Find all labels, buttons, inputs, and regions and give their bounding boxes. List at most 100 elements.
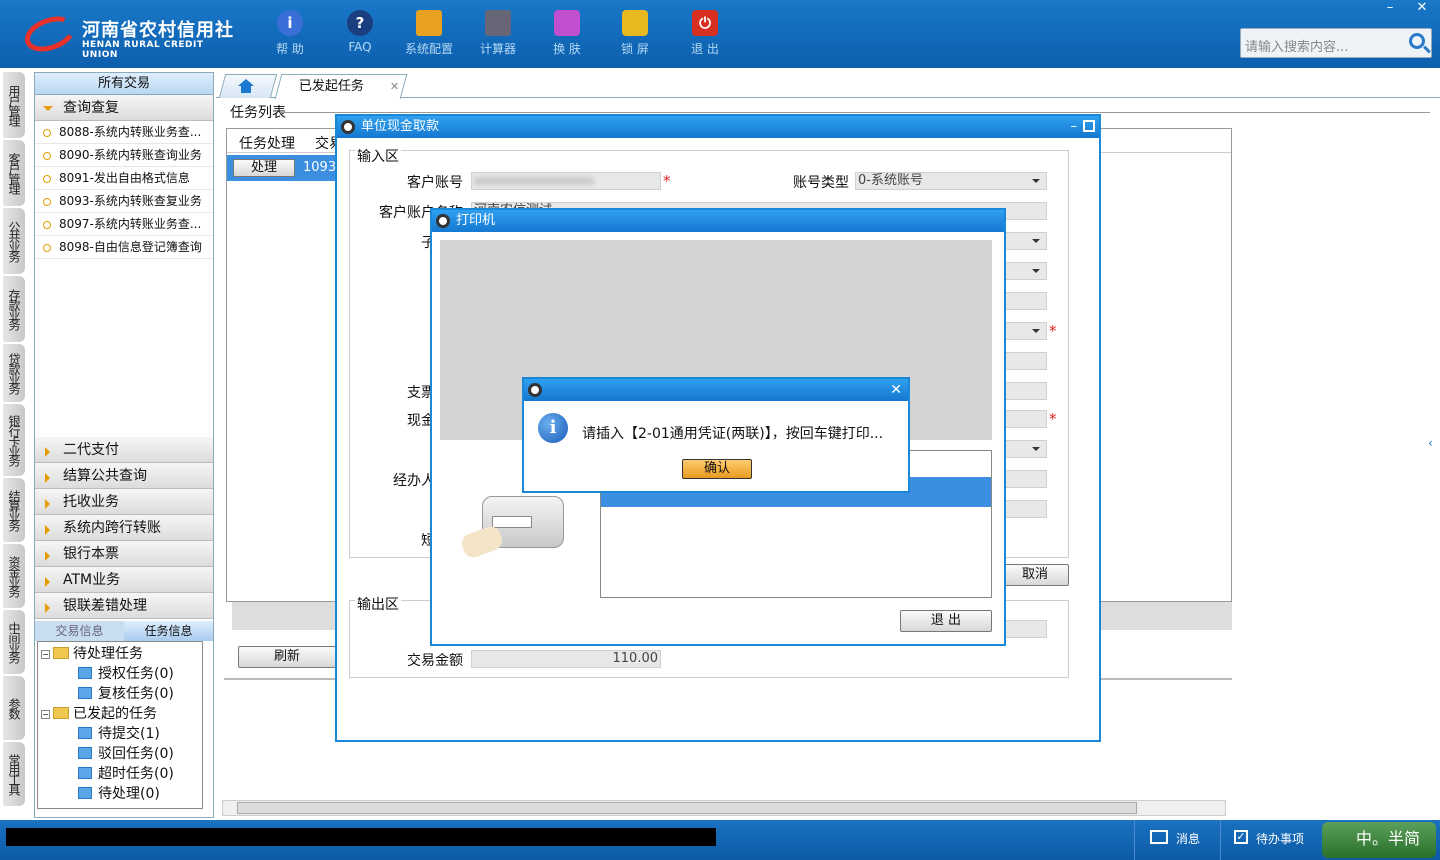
ime-indicator[interactable]: 中。半简 [1322, 822, 1436, 858]
transaction-panel: 所有交易 查询查复 8088-系统内转账业务查... 8090-系统内转账查询业… [34, 72, 214, 818]
search-box[interactable]: 请输入搜索内容... [1240, 28, 1432, 58]
tree-node[interactable]: 超时任务(0) [38, 764, 202, 784]
dialog-title: 单位现金取款 [361, 119, 440, 134]
vtab-deposit[interactable]: 存款业务 [3, 276, 25, 342]
table-row[interactable]: 处理 1093 [227, 155, 337, 181]
tx-item[interactable]: 8098-自由信息登记簿查询 [35, 236, 213, 259]
shirt-icon [554, 10, 580, 36]
vtab-public[interactable]: 公共业务 [3, 208, 25, 274]
vtab-customer-mgmt[interactable]: 客户管理 [3, 140, 25, 206]
dialog-icon [341, 120, 355, 134]
messages-link[interactable]: 消息 [1176, 830, 1200, 847]
faq-button[interactable]: ? FAQ [330, 8, 390, 64]
tx-item[interactable]: 8091-发出自由格式信息 [35, 167, 213, 190]
folder-icon [53, 647, 69, 659]
message-text: 请插入【2-01通用凭证(两联)】，按回车键打印... [582, 426, 884, 442]
vtab-fund[interactable]: 资金业务 [3, 544, 25, 608]
account-label: 客户账号 [407, 175, 463, 191]
checkbox-icon[interactable]: ✓ [1234, 830, 1248, 844]
section-cnaps2[interactable]: 二代支付 [35, 437, 213, 463]
vtab-params[interactable]: 参数 [3, 676, 25, 740]
section-atm[interactable]: ATM业务 [35, 567, 213, 593]
vtab-card[interactable]: 银行卡业务 [3, 404, 25, 476]
section-query[interactable]: 查询查复 [35, 95, 213, 121]
printer-icon [459, 486, 572, 566]
col-task: 任务处理 [239, 136, 295, 152]
vtab-settlement[interactable]: 结算业务 [3, 478, 25, 542]
collapse-icon[interactable]: − [41, 710, 50, 719]
question-icon: ? [347, 10, 373, 36]
process-button[interactable]: 处理 [233, 159, 295, 177]
home-icon[interactable] [238, 79, 254, 86]
collapse-icon[interactable]: − [41, 650, 50, 659]
tree-node[interactable]: 复核任务(0) [38, 684, 202, 704]
exit-button[interactable]: ⏻ 退 出 [675, 8, 735, 64]
tree-node[interactable]: 授权任务(0) [38, 664, 202, 684]
tx-item[interactable]: 8088-系统内转账业务查... [35, 121, 213, 144]
tree-node[interactable]: − 已发起的任务 [38, 704, 202, 724]
info-icon: i [538, 413, 568, 443]
tx-item[interactable]: 8093-系统内转账查复业务 [35, 190, 213, 213]
folder-icon [53, 707, 69, 719]
cancel-button[interactable]: 取消 [1001, 564, 1069, 586]
section-collection[interactable]: 托收业务 [35, 489, 213, 515]
help-button[interactable]: i帮 助 [260, 8, 320, 64]
amount-label: 交易金额 [407, 653, 463, 669]
section-bank-draft[interactable]: 银行本票 [35, 541, 213, 567]
maximize-dialog-button[interactable] [1083, 120, 1095, 132]
confirm-button[interactable]: 确认 [682, 459, 752, 479]
vertical-tabs: 用户管理 客户管理 公共业务 存款业务 贷款业务 银行卡业务 结算业务 资金业务… [0, 68, 30, 818]
section-settlement-query[interactable]: 结算公共查询 [35, 463, 213, 489]
lock-icon [622, 10, 648, 36]
power-icon: ⏻ [692, 10, 718, 36]
vtab-tools[interactable]: 常用工具 [3, 742, 25, 806]
all-transactions-header[interactable]: 所有交易 [35, 73, 213, 95]
account-field[interactable] [471, 172, 661, 190]
system-config-button[interactable]: 系统配置 [399, 8, 459, 64]
tree-node[interactable]: − 待处理任务 [38, 644, 202, 664]
section-unionpay-error[interactable]: 银联差错处理 [35, 593, 213, 619]
account-type-select[interactable]: 0-系统账号 [855, 172, 1047, 190]
tab-initiated-tasks[interactable]: 已发起任务 ✕ [274, 74, 408, 99]
skin-button[interactable]: 换 肤 [537, 8, 597, 64]
dialog-icon [528, 383, 542, 397]
expand-icon[interactable]: ‹ [1428, 436, 1433, 450]
input-area-label: 输入区 [355, 146, 401, 166]
search-icon[interactable] [1409, 33, 1425, 49]
vtab-intermediate[interactable]: 中间业务 [3, 610, 25, 674]
logo: 河南省农村信用社 HENAN RURAL CREDIT UNION [20, 10, 239, 60]
mail-icon[interactable] [1150, 830, 1168, 844]
lock-screen-button[interactable]: 锁 屏 [605, 8, 665, 64]
search-input[interactable]: 请输入搜索内容... [1245, 36, 1348, 55]
close-tab-icon[interactable]: ✕ [390, 75, 399, 99]
logo-text-en: HENAN RURAL CREDIT UNION [82, 40, 204, 60]
account-type-label: 账号类型 [793, 175, 849, 191]
horizontal-scrollbar[interactable] [222, 800, 1226, 816]
tree-node[interactable]: 待提交(1) [38, 724, 202, 744]
file-icon [78, 767, 92, 779]
close-window-button[interactable]: ✕ [1407, 0, 1437, 16]
close-dialog-button[interactable]: ✕ [890, 379, 902, 401]
todo-link[interactable]: 待办事项 [1256, 830, 1304, 847]
tab-task-info[interactable]: 任务信息 [124, 621, 213, 641]
minimize-button[interactable]: – [1375, 0, 1405, 16]
vtab-user-mgmt[interactable]: 用户管理 [3, 72, 25, 138]
vtab-loan[interactable]: 贷款业务 [3, 344, 25, 402]
printer-dialog-title: 打印机 [456, 213, 496, 228]
refresh-button[interactable]: 刷新 [238, 646, 336, 668]
minimize-dialog-button[interactable]: – [1071, 116, 1078, 138]
printer-exit-button[interactable]: 退 出 [900, 610, 992, 632]
status-message [6, 828, 716, 846]
tree-node[interactable]: 待处理(0) [38, 784, 202, 804]
tab-transaction-info[interactable]: 交易信息 [35, 621, 124, 641]
section-interbank-transfer[interactable]: 系统内跨行转账 [35, 515, 213, 541]
tree-node[interactable]: 驳回任务(0) [38, 744, 202, 764]
tx-item[interactable]: 8090-系统内转账查询业务 [35, 144, 213, 167]
top-bar: 河南省农村信用社 HENAN RURAL CREDIT UNION i帮 助 ?… [0, 0, 1440, 68]
file-icon [78, 687, 92, 699]
tab-bar: 已发起任务 ✕ [216, 72, 1440, 99]
calculator-button[interactable]: 计算器 [468, 8, 528, 64]
tx-item[interactable]: 8097-系统内转账业务查... [35, 213, 213, 236]
info-subtabs: 交易信息 任务信息 [35, 621, 213, 641]
toolbox-icon [416, 10, 442, 36]
